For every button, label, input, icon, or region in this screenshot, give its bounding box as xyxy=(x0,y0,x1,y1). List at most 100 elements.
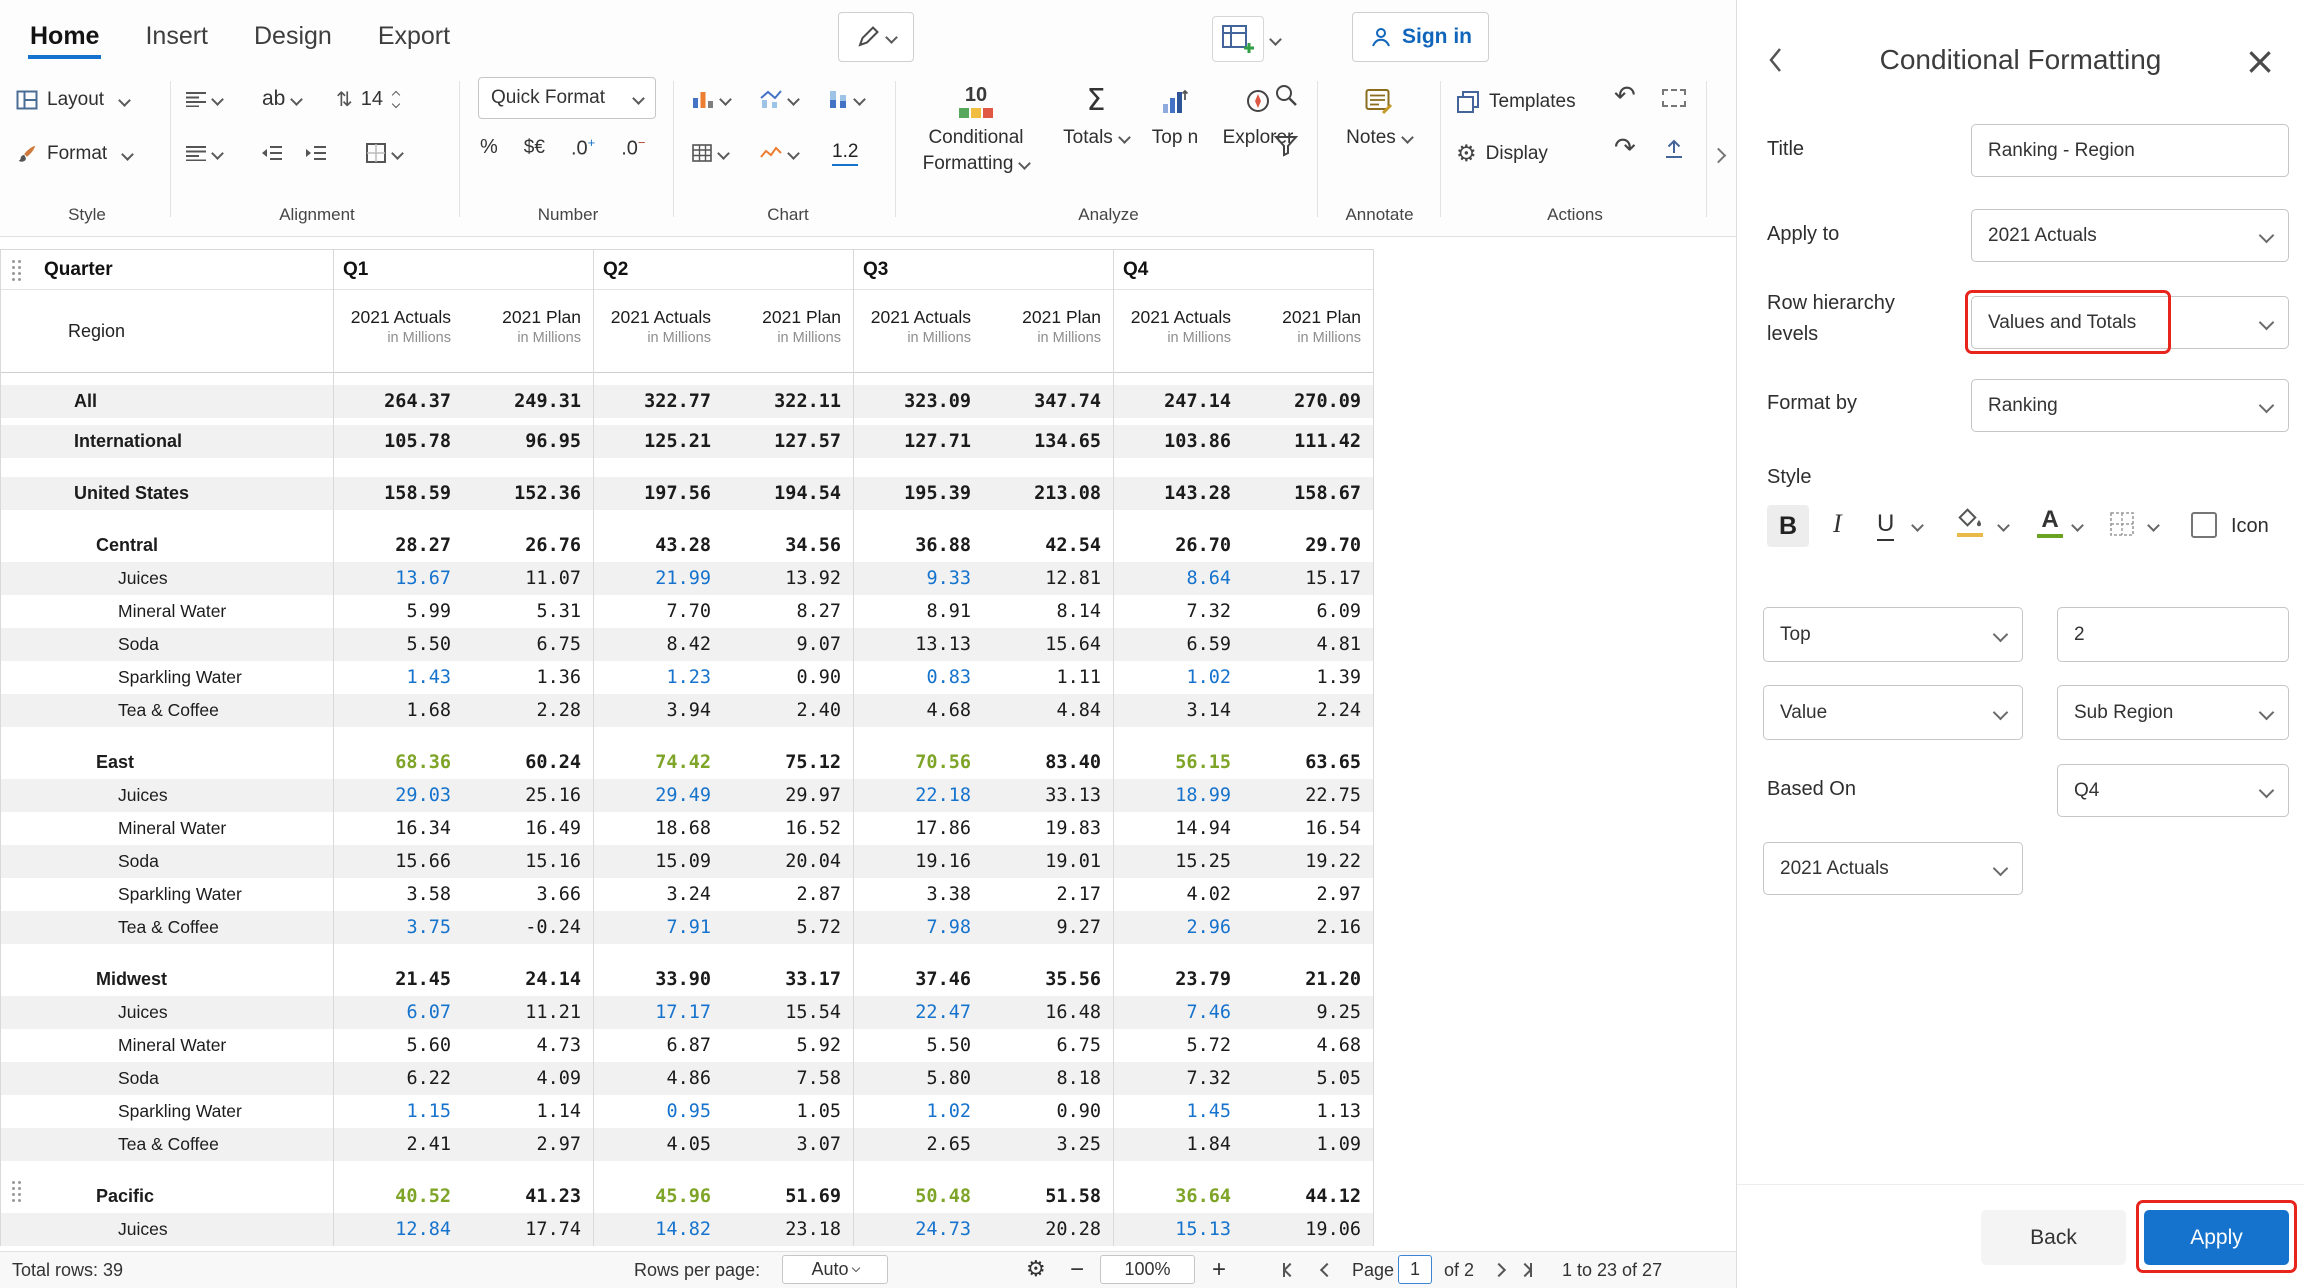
vertical-align-button[interactable] xyxy=(186,135,224,171)
tab-export[interactable]: Export xyxy=(378,22,450,71)
bold-button[interactable]: B xyxy=(1767,505,1809,547)
notes-button[interactable]: Notes xyxy=(1336,77,1422,151)
table-row-soda[interactable]: Soda 15.66 15.16 15.09 20.04 19.16 19.01 15.25 1… xyxy=(0,845,1374,878)
font-size-control[interactable]: ⇅ 14 xyxy=(336,81,401,117)
back-button[interactable]: Back xyxy=(1981,1210,2126,1265)
table-row-sparkling-water[interactable]: Sparkling Water 3.58 3.66 3.24 2.87 3.38 2.17 4… xyxy=(0,878,1374,911)
templates-button[interactable]: Templates xyxy=(1456,81,1576,123)
percent-format-button[interactable]: % xyxy=(480,136,498,159)
region-header-cell[interactable]: Region xyxy=(0,290,333,372)
table-row-united-states[interactable]: United States 158.59 152.36 197.56 194.54 195… xyxy=(0,477,1374,510)
borders-button[interactable] xyxy=(366,135,404,171)
table-row-mineral-water[interactable]: Mineral Water 5.60 4.73 6.87 5.92 5.50 6.75 5.7… xyxy=(0,1029,1374,1062)
underline-button[interactable]: U xyxy=(1877,510,1895,541)
table-row-central[interactable]: Central 28.27 26.76 43.28 34.56 36.88 42.54 26.… xyxy=(0,529,1374,562)
chevron-down-icon[interactable] xyxy=(1911,519,1924,532)
font-size-stepper[interactable] xyxy=(391,90,401,108)
conditional-formatting-button[interactable]: 10 Conditional Formatting xyxy=(900,77,1052,176)
apply-to-dropdown[interactable]: 2021 Actuals xyxy=(1971,209,2289,262)
outdent-button[interactable] xyxy=(262,135,282,171)
table-row-juices[interactable]: Juices 29.03 25.16 29.49 29.97 22.18 33.13 18.9… xyxy=(0,779,1374,812)
redo-icon[interactable]: ↷ xyxy=(1614,135,1636,161)
drag-handle-icon[interactable] xyxy=(12,1181,15,1184)
icon-checkbox[interactable] xyxy=(2191,512,2217,538)
tab-design[interactable]: Design xyxy=(254,22,332,71)
italic-button[interactable]: I xyxy=(1833,509,1842,539)
based-on-measure-dropdown[interactable]: 2021 Actuals xyxy=(1763,842,2023,895)
currency-format-button[interactable]: $€ xyxy=(524,137,545,159)
rank-count-input[interactable]: 2 xyxy=(2057,607,2289,662)
totals-button[interactable]: Σ Totals xyxy=(1060,77,1132,151)
chevron-down-icon[interactable] xyxy=(2147,519,2160,532)
bar-chart-button[interactable] xyxy=(692,81,732,117)
sign-in-button[interactable]: Sign in xyxy=(1352,12,1489,62)
next-page-button[interactable] xyxy=(1491,1252,1507,1288)
sparkline-button[interactable] xyxy=(760,135,800,171)
indent-button[interactable] xyxy=(306,135,326,171)
undo-icon[interactable]: ↶ xyxy=(1614,83,1636,109)
rank-target-dropdown[interactable]: Sub Region xyxy=(2057,685,2289,740)
search-icon[interactable] xyxy=(1274,83,1298,107)
display-button[interactable]: ⚙ Display xyxy=(1456,133,1548,175)
drag-handle-icon[interactable] xyxy=(12,260,15,263)
table-row-juices[interactable]: Juices 12.84 17.74 14.82 23.18 24.73 20.28 15.1… xyxy=(0,1213,1374,1246)
title-input[interactable]: Ranking - Region xyxy=(1971,124,2289,177)
font-color-icon[interactable]: A xyxy=(2037,508,2063,538)
stacked-chart-button[interactable] xyxy=(828,81,866,117)
text-style-button[interactable]: ab xyxy=(262,81,304,117)
table-row-sparkling-water[interactable]: Sparkling Water 1.15 1.14 0.95 1.05 1.02 0.90 1… xyxy=(0,1095,1374,1128)
chevron-down-icon[interactable] xyxy=(2071,519,2084,532)
format-button[interactable]: Format xyxy=(16,133,135,175)
layout-button[interactable]: Layout xyxy=(16,79,131,121)
page-number-input[interactable]: 1 xyxy=(1398,1255,1432,1284)
table-row-juices[interactable]: Juices 13.67 11.07 21.99 13.92 9.33 12.81 8.64 1… xyxy=(0,562,1374,595)
rows-per-page-dropdown[interactable]: Auto xyxy=(782,1255,888,1284)
rank-type-dropdown[interactable]: Top xyxy=(1763,607,2023,662)
table-row-international[interactable]: International 105.78 96.95 125.21 127.57 127.… xyxy=(0,425,1374,458)
table-row-juices[interactable]: Juices 6.07 11.21 17.17 15.54 22.47 16.48 7.46 9… xyxy=(0,996,1374,1029)
table-row-midwest[interactable]: Midwest 21.45 24.14 33.90 33.17 37.46 35.56 23.… xyxy=(0,963,1374,996)
previous-page-button[interactable] xyxy=(1319,1252,1335,1288)
apply-button[interactable]: Apply xyxy=(2144,1210,2289,1265)
table-row-soda[interactable]: Soda 6.22 4.09 4.86 7.58 5.80 8.18 7.32 5.05 xyxy=(0,1062,1374,1095)
tab-insert[interactable]: Insert xyxy=(145,22,208,71)
border-style-icon[interactable] xyxy=(2109,511,2135,542)
top-n-button[interactable]: Top n xyxy=(1140,77,1210,151)
table-row-soda[interactable]: Soda 5.50 6.75 8.42 9.07 13.13 15.64 6.59 4.81 xyxy=(0,628,1374,661)
edit-mode-button[interactable] xyxy=(838,12,914,62)
tab-home[interactable]: Home xyxy=(27,22,102,71)
table-row-mineral-water[interactable]: Mineral Water 16.34 16.49 18.68 16.52 17.86 19… xyxy=(0,812,1374,845)
based-on-period-dropdown[interactable]: Q4 xyxy=(2057,764,2289,817)
chart-decimal-button[interactable]: 1.2 xyxy=(832,135,859,171)
table-row-sparkling-water[interactable]: Sparkling Water 1.43 1.36 1.23 0.90 0.83 1.11 1… xyxy=(0,661,1374,694)
table-row-east[interactable]: East 68.36 60.24 74.42 75.12 70.56 83.40 56.15 6… xyxy=(0,746,1374,779)
table-row-tea-coffee[interactable]: Tea & Coffee 2.41 2.97 4.05 3.07 2.65 3.25 1.84… xyxy=(0,1128,1374,1161)
horizontal-align-button[interactable] xyxy=(186,81,224,117)
row-hierarchy-dropdown[interactable]: Values and Totals xyxy=(1971,296,2289,349)
decrease-decimal-button[interactable]: .0− xyxy=(621,135,645,161)
table-row-tea-coffee[interactable]: Tea & Coffee 1.68 2.28 3.94 2.40 4.68 4.84 3.14… xyxy=(0,694,1374,727)
marquee-select-icon[interactable] xyxy=(1662,89,1686,107)
filter-icon[interactable] xyxy=(1274,135,1298,157)
settings-gear-icon[interactable]: ⚙ xyxy=(1026,1252,1046,1288)
publish-icon[interactable] xyxy=(1662,137,1686,161)
fill-color-icon[interactable] xyxy=(1957,507,1983,537)
quick-format-dropdown[interactable]: Quick Format xyxy=(478,77,656,119)
zoom-in-button[interactable]: + xyxy=(1212,1252,1226,1288)
combo-chart-button[interactable] xyxy=(760,81,800,117)
last-page-button[interactable] xyxy=(1517,1252,1533,1288)
format-by-dropdown[interactable]: Ranking xyxy=(1971,379,2289,432)
close-icon[interactable]: × xyxy=(2244,42,2276,80)
table-row-all[interactable]: All 264.37 249.31 322.77 322.11 323.09 347.74 2… xyxy=(0,385,1374,418)
table-row-pacific[interactable]: Pacific 40.52 41.23 45.96 51.69 50.48 51.58 36.… xyxy=(0,1180,1374,1213)
chevron-down-icon[interactable] xyxy=(1997,519,2010,532)
table-view-button[interactable] xyxy=(692,135,730,171)
rank-measure-dropdown[interactable]: Value xyxy=(1763,685,2023,740)
zoom-out-button[interactable]: − xyxy=(1070,1252,1084,1288)
first-page-button[interactable] xyxy=(1282,1252,1298,1288)
corner-header-cell[interactable]: Quarter xyxy=(0,250,333,289)
table-row-tea-coffee[interactable]: Tea & Coffee 3.75 -0.24 7.91 5.72 7.98 9.27 2.9… xyxy=(0,911,1374,944)
table-row-mineral-water[interactable]: Mineral Water 5.99 5.31 7.70 8.27 8.91 8.14 7.3… xyxy=(0,595,1374,628)
add-visual-button[interactable] xyxy=(1212,14,1282,64)
increase-decimal-button[interactable]: .0+ xyxy=(571,135,595,161)
